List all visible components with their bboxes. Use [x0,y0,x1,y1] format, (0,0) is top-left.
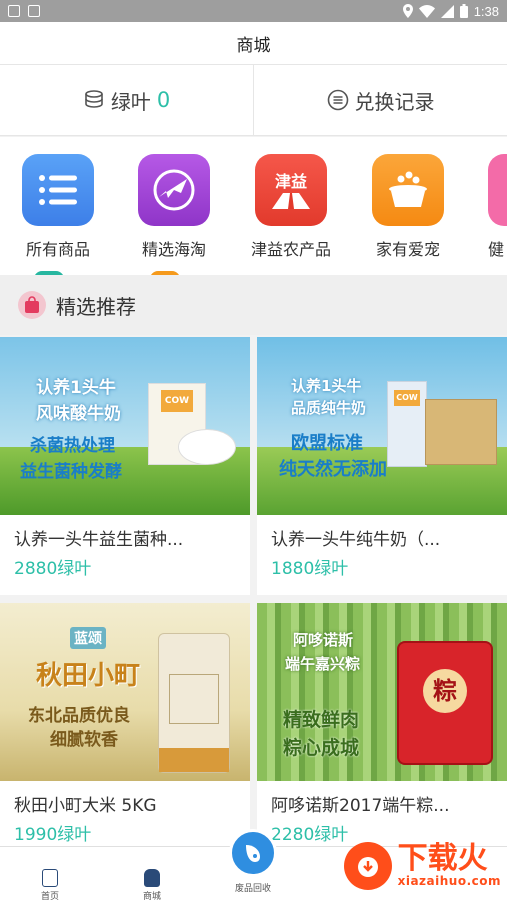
section-title: 精选推荐 [56,294,136,319]
svg-text:津益: 津益 [275,172,307,191]
leaf-bar: 绿叶 0 兑换记录 [0,64,507,136]
notification-icon [8,5,20,17]
battery-icon [459,4,468,18]
product-image[interactable]: 认养1头牛 风味酸牛奶 杀菌热处理 益生菌种发酵 COW [0,337,250,515]
ad-text: 粽心成城 [283,737,360,759]
status-time: 1:38 [473,3,499,19]
exchange-records-button[interactable]: 兑换记录 [253,65,507,135]
rice-bag [158,633,230,773]
product-card[interactable]: 认养1头牛 风味酸牛奶 杀菌热处理 益生菌种发酵 COW 认养一头牛益生菌种..… [0,337,250,595]
list-icon [22,154,94,226]
ad-text: 细腻软香 [50,730,118,750]
yogurt-bowl [178,429,236,465]
ad-text: 纯天然无添加 [279,459,387,480]
leaf-count: 0 [156,88,171,112]
milk-box [425,399,497,465]
signal-icon [440,4,454,18]
ad-text: 认养1头牛 [36,378,116,398]
product-name: 阿哆诺斯2017端午粽... [271,796,450,816]
ad-text: 端午嘉兴粽 [285,655,361,673]
tab-mall[interactable]: 商城 [112,847,192,900]
location-icon [402,4,413,18]
tab-recycle[interactable]: 废品回收 [213,829,293,894]
product-card[interactable]: 蓝颂 秋田小町 东北品质优良 细腻软香 秋田小町大米 5KG 1990绿叶 [0,603,250,846]
watermark: 下载火 xiazaihuo.com [343,841,501,890]
category-label: 家有爱宠 [375,240,440,259]
mall-icon [144,869,160,887]
product-name: 秋田小町大米 5KG [14,796,157,816]
category-label: 所有商品 [25,240,90,259]
category-label: 精选海淘 [141,240,206,259]
pet-bowl-icon [372,154,444,226]
category-health[interactable]: 健 [474,154,507,260]
product-image[interactable]: 蓝颂 秋田小町 东北品质优良 细腻软香 [0,603,250,781]
list-circle-icon [327,89,348,111]
watermark-brand: 下载火 [397,841,488,876]
leaf-label: 绿叶 [110,89,151,114]
page-title-bar: 商城 [0,22,507,64]
category-jinyi-farm[interactable]: 津益 津益农产品 [241,154,341,260]
coin-stack-icon [85,90,103,108]
tab-label: 首页 [40,892,59,900]
category-label: 健 [488,240,505,259]
product-card[interactable]: 阿哆诺斯 端午嘉兴粽 精致鲜肉 粽心成城 粽 阿哆诺斯2017端午粽... 22… [257,603,507,846]
tab-label: 商城 [142,892,161,900]
ad-text: 东北品质优良 [28,706,130,726]
ad-text: 益生菌种发酵 [20,462,122,482]
exchange-records-label: 兑换记录 [354,89,435,114]
leaf-balance[interactable]: 绿叶 0 [0,65,253,135]
tab-home[interactable]: 首页 [10,847,90,900]
ad-text: 品质纯牛奶 [291,399,367,417]
ad-text: 欧盟标准 [291,433,363,454]
ad-text: 阿哆诺斯 [293,631,354,649]
flame-logo-icon [343,842,392,890]
image-notification-icon [28,5,40,17]
product-image[interactable]: 阿哆诺斯 端午嘉兴粽 精致鲜肉 粽心成城 粽 [257,603,507,781]
wifi-icon [418,4,435,18]
milk-carton: COW [387,381,427,467]
ad-text: 风味酸牛奶 [36,404,121,424]
section-header: 精选推荐 [0,275,507,335]
tab-label: 废品回收 [234,884,271,894]
home-icon [42,869,58,887]
product-price: 2880绿叶 [14,559,92,579]
farm-road-icon: 津益 [255,154,327,226]
product-image[interactable]: 认养1头牛 品质纯牛奶 欧盟标准 纯天然无添加 COW [257,337,507,515]
product-price: 1990绿叶 [14,825,92,845]
ad-text: 蓝颂 [70,627,106,649]
category-label: 津益农产品 [250,240,331,259]
zongzi-bag: 粽 [397,641,493,765]
status-bar: 1:38 [0,0,507,22]
plane-icon [138,154,210,226]
category-all-products[interactable]: 所有商品 [8,154,108,260]
product-name: 认养一头牛纯牛奶（... [271,530,441,550]
ad-text: 秋田小町 [36,661,141,691]
health-icon [488,154,507,226]
category-pets[interactable]: 家有爱宠 [358,154,458,260]
ad-text: 杀菌热处理 [30,436,115,456]
ad-text: 认养1头牛 [291,377,362,395]
category-overseas[interactable]: 精选海淘 [124,154,224,260]
product-name: 认养一头牛益生菌种... [14,530,184,550]
watermark-url: xiazaihuo.com [397,874,501,888]
ad-text: 精致鲜肉 [283,709,360,731]
page-title: 商城 [236,35,271,56]
recycle-icon [229,829,277,877]
product-price: 1880绿叶 [271,559,349,579]
product-card[interactable]: 认养1头牛 品质纯牛奶 欧盟标准 纯天然无添加 COW 认养一头牛纯牛奶（...… [257,337,507,595]
bag-icon [18,291,46,319]
category-row: 所有商品 精选海淘 津益 津益农产品 家有爱宠 健 [0,137,507,275]
